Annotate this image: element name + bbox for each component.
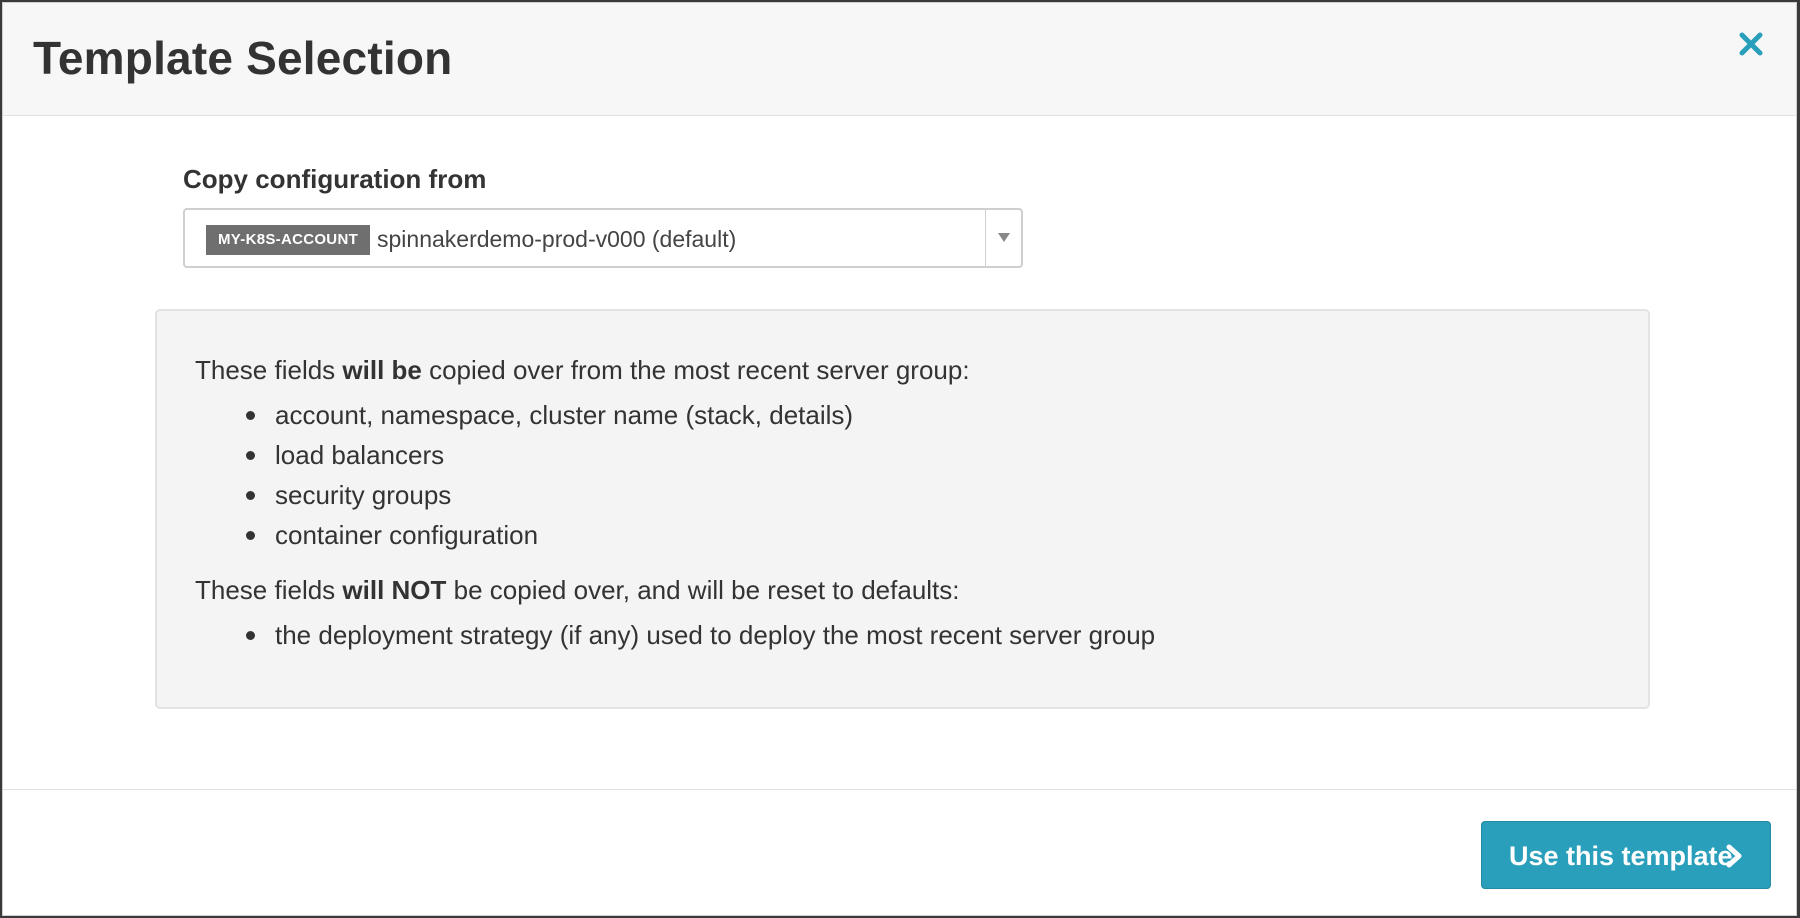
template-selection-modal: Template Selection Copy configuration fr…: [2, 2, 1797, 916]
use-template-label: Use this template: [1509, 841, 1733, 871]
modal-title: Template Selection: [33, 32, 453, 84]
not-copied-fields-list: the deployment strategy (if any) used to…: [157, 615, 1155, 655]
account-tag: MY-K8S-ACCOUNT: [206, 225, 371, 255]
bullet-icon: [246, 411, 255, 420]
bullet-icon: [246, 451, 255, 460]
footer-divider: [3, 789, 1796, 790]
list-item: the deployment strategy (if any) used to…: [157, 615, 1155, 655]
copied-fields-intro: These fields will be copied over from th…: [195, 355, 970, 385]
bullet-icon: [246, 631, 255, 640]
list-item: security groups: [157, 475, 853, 515]
modal-header: Template Selection: [3, 3, 1796, 116]
copied-fields-list: account, namespace, cluster name (stack,…: [157, 395, 853, 555]
chevron-right-icon: [1724, 844, 1744, 875]
copy-config-label: Copy configuration from: [183, 164, 487, 194]
bullet-icon: [246, 491, 255, 500]
use-template-button[interactable]: Use this template: [1481, 821, 1771, 889]
caret-down-icon[interactable]: [998, 233, 1010, 242]
list-item: load balancers: [157, 435, 853, 475]
close-icon[interactable]: [1734, 27, 1768, 61]
template-info-panel: These fields will be copied over from th…: [155, 309, 1650, 709]
list-item: container configuration: [157, 515, 853, 555]
bullet-icon: [246, 531, 255, 540]
selected-server-group: spinnakerdemo-prod-v000 (default): [377, 226, 737, 252]
list-item: account, namespace, cluster name (stack,…: [157, 395, 853, 435]
server-group-select[interactable]: MY-K8S-ACCOUNT spinnakerdemo-prod-v000 (…: [183, 208, 1023, 268]
not-copied-fields-intro: These fields will NOT be copied over, an…: [195, 575, 960, 605]
select-divider: [985, 210, 986, 266]
